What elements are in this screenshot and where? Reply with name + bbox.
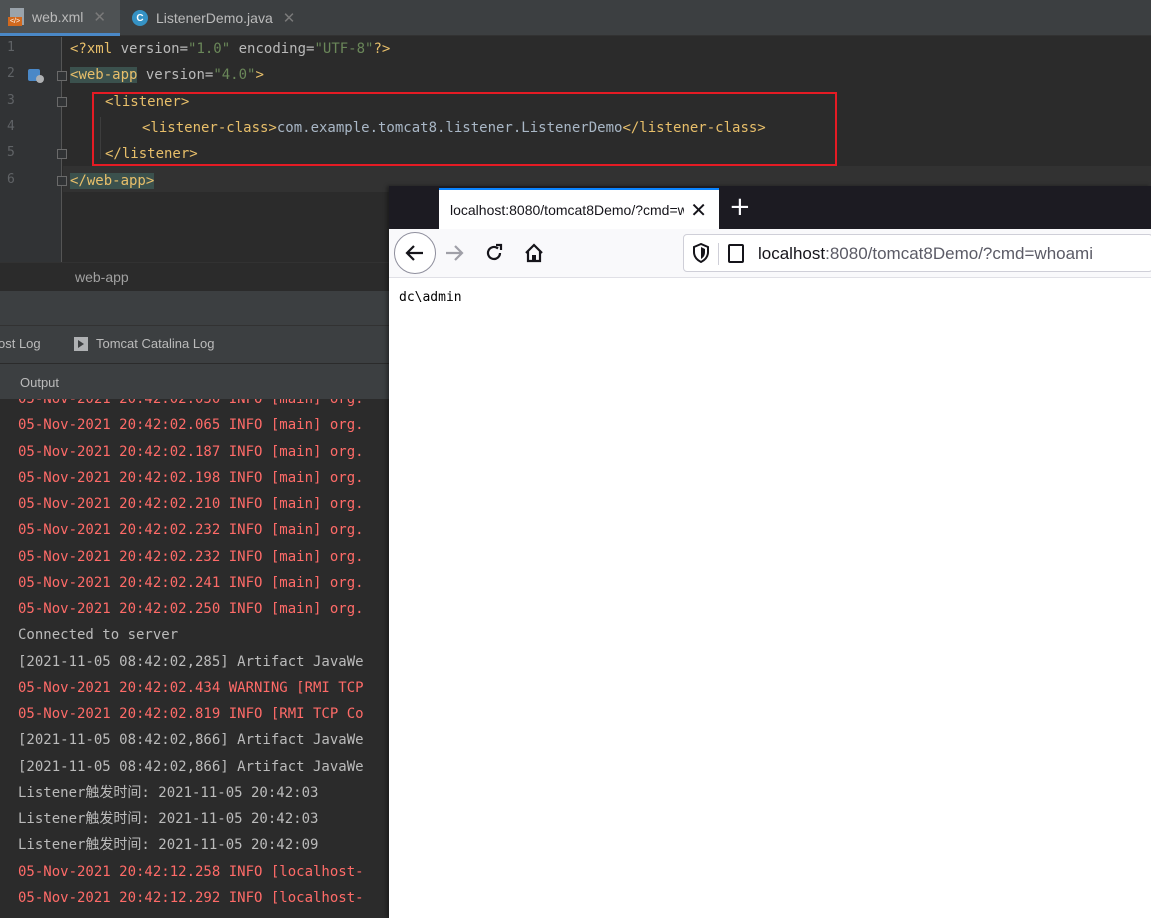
tab-listenerdemo-java[interactable]: C ListenerDemo.java ✕ — [124, 0, 304, 36]
fold-marker-icon[interactable] — [57, 71, 67, 81]
log-line: 05-Nov-2021 20:42:02.232 INFO [main] org… — [18, 548, 364, 565]
log-line: Listener触发时间: 2021-11-05 20:42:09 — [18, 837, 319, 854]
line-number: 5 — [7, 145, 15, 160]
log-line: Listener触发时间: 2021-11-05 20:42:03 — [18, 811, 319, 827]
fold-marker-icon[interactable] — [57, 149, 67, 159]
log-line: 05-Nov-2021 20:42:02.250 INFO [main] org… — [18, 601, 364, 617]
log-line: Connected to server — [18, 627, 179, 644]
code-line-1: <?xml version="1.0" encoding="UTF-8"?> — [70, 41, 391, 57]
log-line: 05-Nov-2021 20:42:02.819 INFO [RMI TCP C… — [18, 706, 364, 722]
editor-gutter: 1 2 3 4 5 6 — [0, 37, 62, 262]
fold-marker-icon[interactable] — [57, 176, 67, 186]
log-line: 05-Nov-2021 20:42:02.434 WARNING [RMI TC… — [18, 679, 364, 696]
browser-toolbar: localhost:8080/tomcat8Demo/?cmd=whoami — [389, 229, 1151, 278]
page-content: dc\admin — [389, 278, 1151, 918]
forward-arrow-icon[interactable] — [434, 233, 474, 273]
log-line: 05-Nov-2021 20:42:12.292 INFO [localhost… — [18, 889, 364, 906]
browser-tab-strip: localhost:8080/tomcat8Demo/?cmd=whoami ✕… — [389, 186, 1151, 229]
xml-file-icon: </> — [8, 7, 26, 26]
command-output: dc\admin — [399, 290, 462, 305]
close-icon[interactable]: ✕ — [283, 9, 296, 27]
log-line: 05-Nov-2021 20:42:02.050 INFO [main] org… — [18, 399, 364, 407]
editor-tab-bar: </> web.xml ✕ C ListenerDemo.java ✕ — [0, 0, 1151, 36]
log-line: [2021-11-05 08:42:02,866] Artifact JavaW… — [18, 732, 364, 749]
line-number: 3 — [7, 93, 15, 108]
close-icon[interactable]: ✕ — [93, 8, 106, 26]
output-header: Output — [0, 363, 390, 399]
code-line-6: </web-app> — [70, 173, 155, 189]
log-line: [2021-11-05 08:42:02,285] Artifact JavaW… — [18, 653, 364, 670]
url-text[interactable]: localhost:8080/tomcat8Demo/?cmd=whoami — [758, 244, 1093, 264]
log-line: 05-Nov-2021 20:42:12.258 INFO [localhost… — [18, 863, 364, 880]
log-line: 05-Nov-2021 20:42:02.065 INFO [main] org… — [18, 417, 364, 434]
log-line: 05-Nov-2021 20:42:02.198 INFO [main] org… — [18, 469, 364, 486]
browser-window: localhost:8080/tomcat8Demo/?cmd=whoami ✕… — [389, 186, 1151, 918]
home-icon[interactable] — [514, 233, 554, 273]
back-arrow-icon[interactable] — [394, 232, 436, 274]
breadcrumb-item[interactable]: web-app — [75, 269, 129, 285]
tab-web-xml[interactable]: </> web.xml ✕ — [0, 0, 120, 36]
console-output[interactable]: 05-Nov-2021 20:42:02.050 INFO [main] org… — [0, 399, 390, 918]
tab-label: web.xml — [32, 8, 84, 25]
shield-icon[interactable] — [692, 242, 710, 264]
line-number: 2 — [7, 66, 15, 81]
code-line-2: <web-app version="4.0"> — [70, 67, 264, 83]
url-bar[interactable]: localhost:8080/tomcat8Demo/?cmd=whoami — [683, 234, 1151, 272]
listener-highlight-box — [92, 92, 837, 166]
line-number: 4 — [7, 119, 15, 134]
log-tab-bar: ost Log Tomcat Catalina Log — [0, 326, 390, 363]
new-tab-button[interactable]: + — [729, 192, 751, 222]
tab-label: Tomcat Catalina Log — [96, 336, 215, 351]
fold-marker-icon[interactable] — [57, 97, 67, 107]
log-line: 05-Nov-2021 20:42:02.232 INFO [main] org… — [18, 522, 364, 539]
java-class-icon: C — [132, 10, 148, 26]
tab-tomcat-catalina-log[interactable]: Tomcat Catalina Log — [74, 336, 215, 351]
log-line: [2021-11-05 08:42:02,866] Artifact JavaW… — [18, 758, 364, 775]
log-line: 05-Nov-2021 20:42:02.241 INFO [main] org… — [18, 574, 364, 591]
browser-tab-title: localhost:8080/tomcat8Demo/?cmd=whoami — [450, 201, 684, 218]
url-bar-separator — [718, 243, 719, 265]
console-icon — [74, 336, 88, 351]
output-label: Output — [20, 375, 60, 390]
log-line: 05-Nov-2021 20:42:02.210 INFO [main] org… — [18, 496, 364, 512]
tab-host-log[interactable]: ost Log — [0, 336, 41, 351]
close-tab-icon[interactable]: ✕ — [690, 198, 707, 222]
log-line: 05-Nov-2021 20:42:02.187 INFO [main] org… — [18, 443, 364, 460]
log-line: Listener触发时间: 2021-11-05 20:42:03 — [18, 784, 319, 801]
tab-label: ListenerDemo.java — [156, 10, 273, 26]
reload-icon[interactable] — [474, 233, 514, 273]
line-number: 1 — [7, 40, 15, 55]
line-number: 6 — [7, 172, 15, 187]
page-icon[interactable] — [728, 244, 744, 263]
browser-tab[interactable]: localhost:8080/tomcat8Demo/?cmd=whoami ✕ — [439, 188, 719, 229]
web-bean-icon[interactable] — [28, 67, 44, 83]
